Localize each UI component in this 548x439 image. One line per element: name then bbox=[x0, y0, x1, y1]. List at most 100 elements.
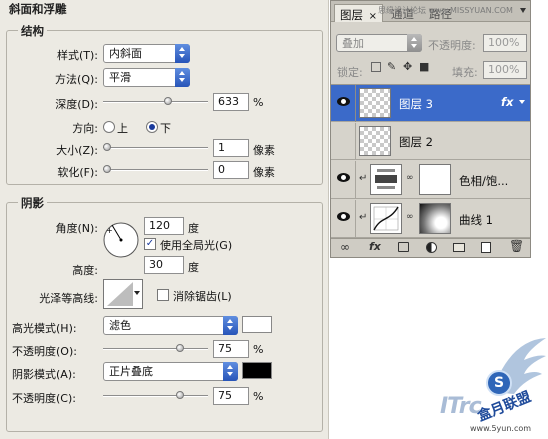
svg-text:+: + bbox=[106, 226, 113, 235]
size-slider-thumb[interactable] bbox=[103, 143, 111, 151]
depth-unit: % bbox=[253, 96, 264, 109]
technique-value: 平滑 bbox=[109, 71, 131, 84]
new-layer-icon[interactable] bbox=[481, 242, 491, 253]
curves-icon bbox=[373, 206, 399, 231]
highlight-opacity-unit: % bbox=[253, 343, 264, 356]
fill-label: 填充: bbox=[452, 66, 478, 79]
link-icon[interactable]: ∞ bbox=[340, 240, 350, 254]
global-light-checkbox[interactable]: ✓ bbox=[144, 238, 156, 250]
logo-badge: S bbox=[486, 370, 512, 396]
lock-brush-icon[interactable]: ✎ bbox=[387, 60, 396, 73]
panel-menu-icon[interactable] bbox=[520, 8, 526, 13]
layer-row-3[interactable]: 图层 3 fx bbox=[331, 85, 530, 122]
layer-thumbnail bbox=[359, 126, 391, 156]
layer-thumbnail bbox=[359, 88, 391, 118]
divider bbox=[355, 200, 356, 238]
shadow-opacity-thumb[interactable] bbox=[176, 391, 184, 399]
direction-up-radio[interactable] bbox=[103, 121, 115, 133]
highlight-opacity-thumb[interactable] bbox=[176, 344, 184, 352]
watermark-site: www.5yun.com bbox=[470, 424, 532, 433]
soften-label: 软化(F): bbox=[57, 166, 98, 179]
chain-link-icon[interactable]: ∞ bbox=[406, 212, 414, 222]
technique-select[interactable]: 平滑 bbox=[103, 68, 190, 87]
lock-transparency-icon[interactable] bbox=[371, 62, 381, 72]
layer-name[interactable]: 图层 2 bbox=[399, 134, 433, 150]
close-icon[interactable]: × bbox=[369, 11, 377, 22]
size-slider[interactable] bbox=[103, 143, 208, 151]
bevel-emboss-dialog: 斜面和浮雕 结构 样式(T): 内斜面 方法(Q): 平滑 深度(D): 633… bbox=[0, 0, 329, 439]
highlight-color-swatch[interactable] bbox=[242, 316, 272, 333]
highlight-opacity-input[interactable]: 75 bbox=[213, 340, 249, 358]
dialog-title: 斜面和浮雕 bbox=[6, 1, 70, 17]
hue-saturation-icon bbox=[375, 169, 397, 189]
shadow-opacity-input[interactable]: 75 bbox=[213, 387, 249, 405]
divider bbox=[355, 85, 356, 122]
chevron-updown-icon bbox=[407, 34, 422, 52]
altitude-input[interactable]: 30 bbox=[144, 256, 184, 274]
chevron-updown-icon bbox=[175, 68, 190, 87]
watermark-top: 思缘设计论坛 www.MISSYUAN.COM bbox=[378, 6, 513, 15]
tab-layers[interactable]: 图层 × bbox=[334, 4, 384, 22]
direction-down-radio[interactable] bbox=[146, 121, 158, 133]
depth-slider-thumb[interactable] bbox=[164, 97, 172, 105]
style-select[interactable]: 内斜面 bbox=[103, 44, 190, 63]
shadow-mode-select[interactable]: 正片叠底 bbox=[103, 362, 238, 381]
angle-input[interactable]: 120 bbox=[144, 217, 184, 235]
shadow-opacity-unit: % bbox=[253, 390, 264, 403]
tab-layers-label: 图层 bbox=[340, 8, 363, 22]
lock-label: 锁定: bbox=[337, 66, 363, 79]
direction-label: 方向: bbox=[72, 122, 98, 135]
shadow-mode-label: 阴影模式(A): bbox=[12, 368, 76, 381]
layer-name[interactable]: 色相/饱... bbox=[459, 173, 508, 189]
expand-arrow-icon[interactable] bbox=[519, 100, 525, 104]
layer-mask-thumbnail[interactable] bbox=[419, 164, 451, 195]
soften-input[interactable]: 0 bbox=[213, 161, 249, 179]
highlight-mode-value: 滤色 bbox=[109, 319, 131, 332]
divider bbox=[355, 123, 356, 160]
lock-all-icon[interactable]: ■ bbox=[419, 60, 429, 73]
blend-mode-select[interactable]: 叠加 bbox=[336, 34, 422, 52]
direction-up-label: 上 bbox=[117, 122, 128, 135]
folder-icon[interactable] bbox=[453, 243, 465, 252]
altitude-unit: 度 bbox=[188, 261, 199, 274]
depth-input[interactable]: 633 bbox=[213, 93, 249, 111]
eye-icon[interactable] bbox=[337, 97, 350, 106]
angle-label: 角度(N): bbox=[55, 222, 98, 235]
highlight-opacity-slider[interactable] bbox=[103, 344, 208, 352]
adjustment-icon[interactable] bbox=[426, 242, 437, 253]
chevron-updown-icon bbox=[223, 316, 238, 335]
layer-name[interactable]: 曲线 1 bbox=[459, 212, 493, 228]
shadow-color-swatch[interactable] bbox=[242, 362, 272, 379]
divider bbox=[355, 161, 356, 199]
mask-icon[interactable] bbox=[398, 242, 409, 252]
layer-row-hue-saturation[interactable]: ↵ ∞ 色相/饱... bbox=[331, 161, 530, 199]
layer-name[interactable]: 图层 3 bbox=[399, 96, 433, 112]
layer-row-curves[interactable]: ↵ ∞ 曲线 1 bbox=[331, 200, 530, 238]
opacity-input[interactable]: 100% bbox=[483, 34, 527, 52]
fx-icon[interactable]: fx bbox=[369, 240, 381, 253]
lock-move-icon[interactable]: ✥ bbox=[403, 60, 412, 73]
clip-arrow-icon: ↵ bbox=[359, 212, 368, 223]
chevron-down-icon bbox=[134, 291, 140, 295]
direction-down-label: 下 bbox=[160, 122, 171, 135]
fx-badge[interactable]: fx bbox=[501, 95, 513, 109]
chain-link-icon[interactable]: ∞ bbox=[406, 173, 414, 183]
soften-slider-thumb[interactable] bbox=[103, 165, 111, 173]
global-light-label: 使用全局光(G) bbox=[160, 239, 233, 252]
shadow-opacity-slider[interactable] bbox=[103, 391, 208, 399]
trash-icon[interactable]: 🗑 bbox=[509, 239, 524, 253]
layer-row-2[interactable]: 图层 2 bbox=[331, 123, 530, 160]
angle-dial[interactable]: + bbox=[103, 222, 139, 258]
highlight-mode-select[interactable]: 滤色 bbox=[103, 316, 238, 335]
layer-mask-thumbnail[interactable] bbox=[419, 203, 451, 234]
shadow-opacity-label: 不透明度(C): bbox=[12, 392, 76, 405]
soften-slider[interactable] bbox=[103, 165, 208, 173]
gloss-contour-picker[interactable] bbox=[103, 279, 143, 309]
adjustment-thumbnail bbox=[370, 164, 402, 195]
anti-aliased-checkbox[interactable] bbox=[157, 289, 169, 301]
eye-icon[interactable] bbox=[337, 212, 350, 221]
depth-slider[interactable] bbox=[103, 97, 208, 105]
fill-input[interactable]: 100% bbox=[483, 61, 527, 79]
size-input[interactable]: 1 bbox=[213, 139, 249, 157]
eye-icon[interactable] bbox=[337, 173, 350, 182]
